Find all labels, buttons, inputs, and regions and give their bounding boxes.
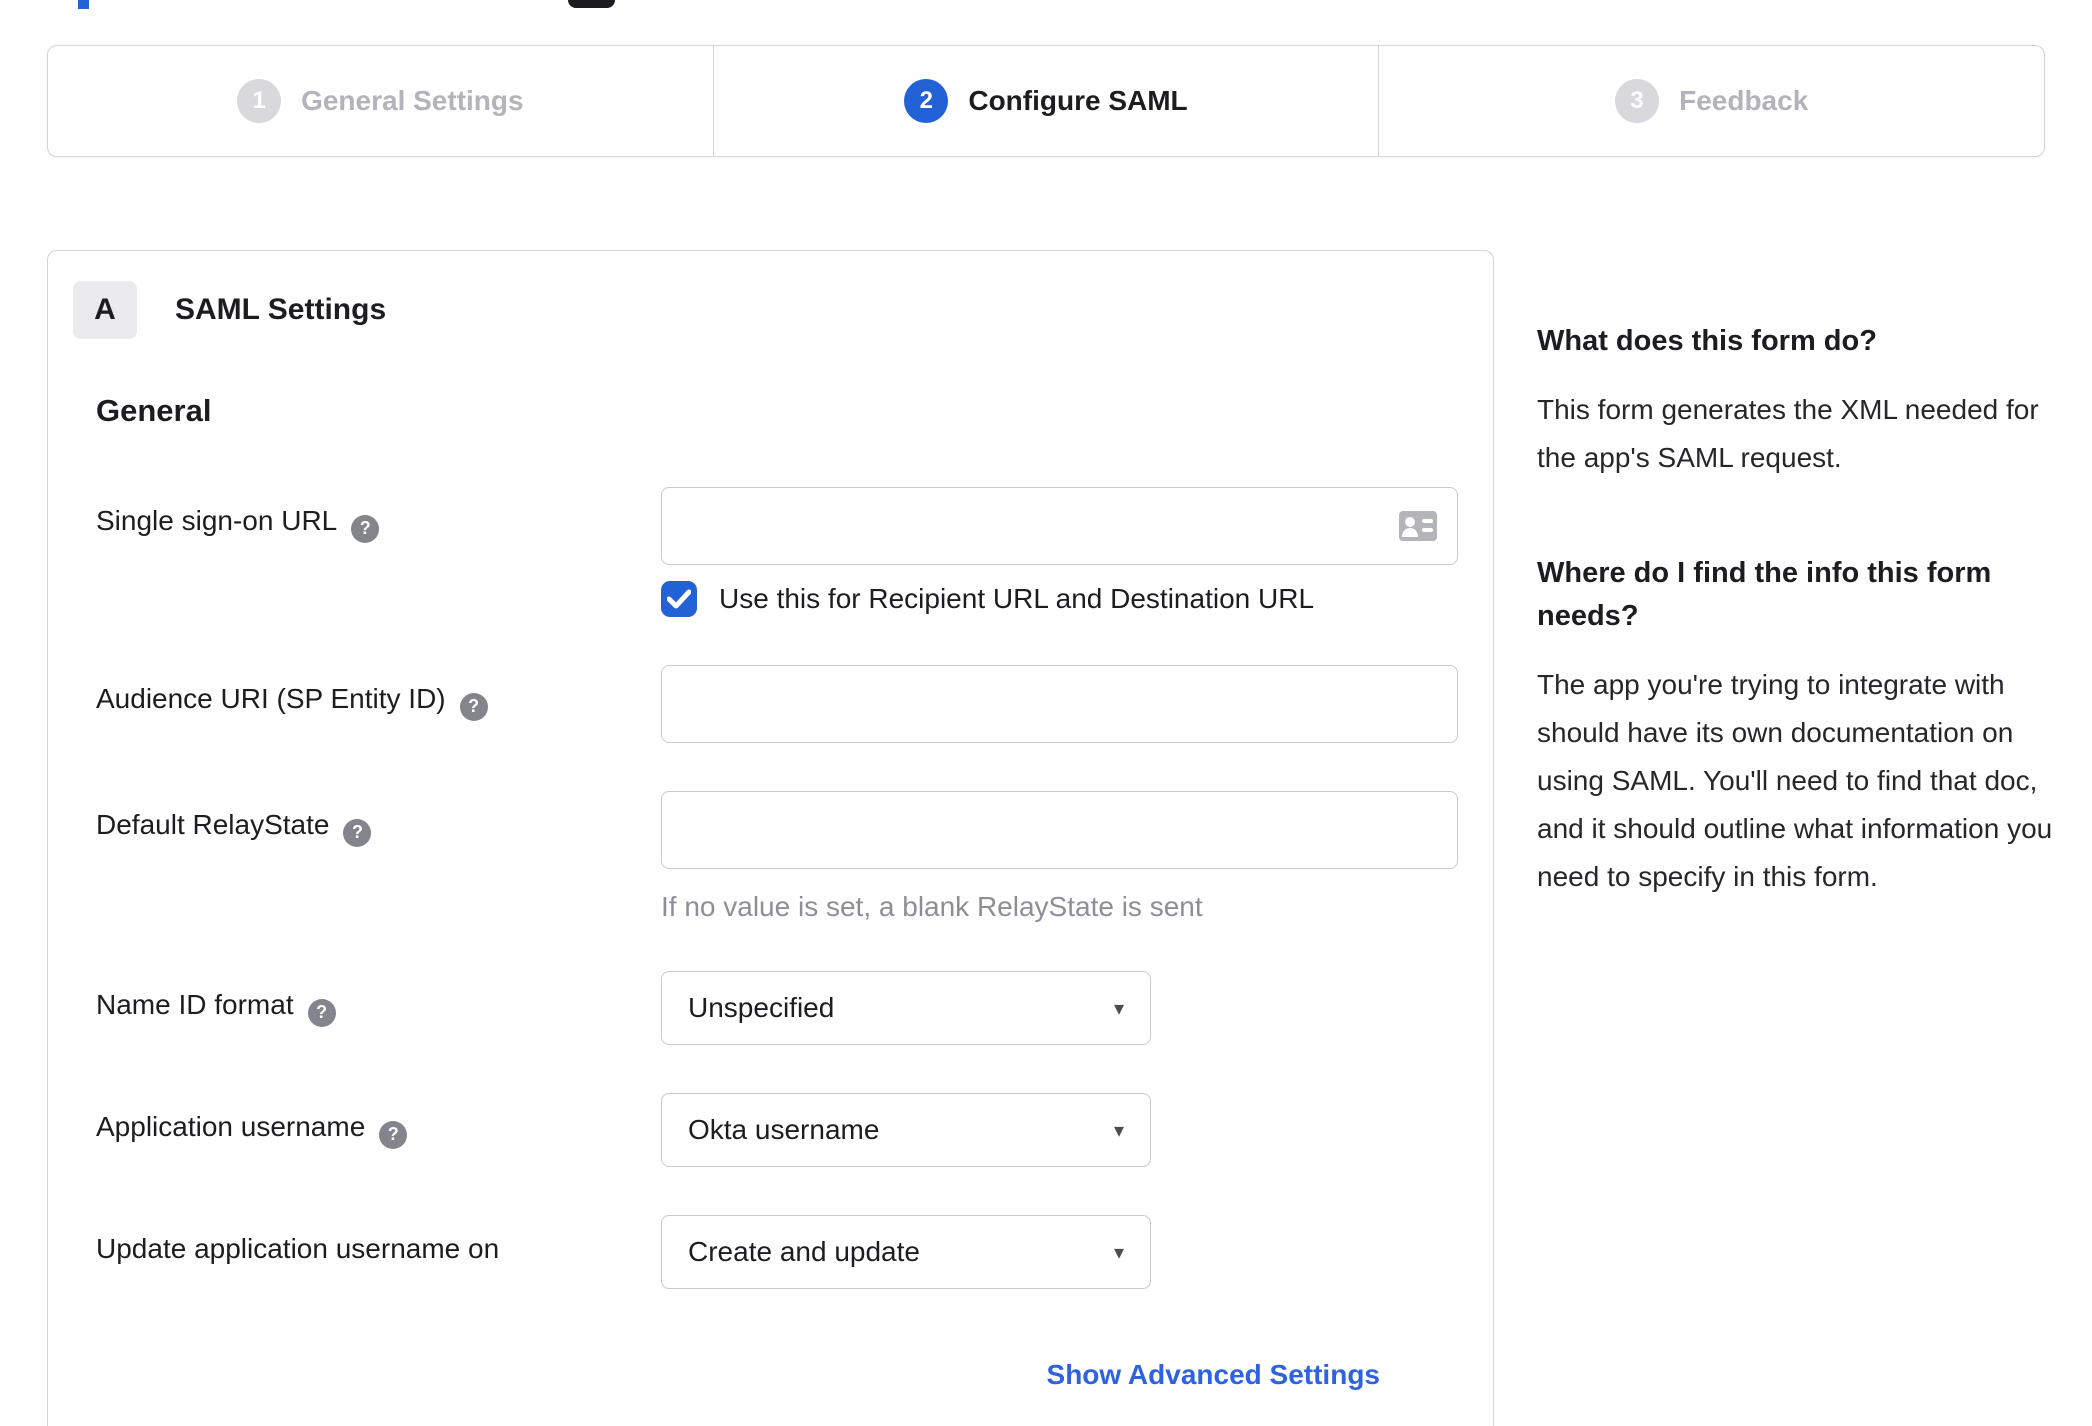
single-sign-on-url-row: Single sign-on URL? Use this for Recipie… [96, 487, 1458, 617]
panel-title: SAML Settings [175, 293, 387, 326]
update-application-username-label: Update application username on [96, 1233, 500, 1264]
single-sign-on-url-input[interactable] [661, 487, 1458, 565]
recipient-url-checkbox-label: Use this for Recipient URL and Destinati… [719, 583, 1315, 614]
name-id-format-value: Unspecified [688, 992, 835, 1023]
chevron-down-icon: ▾ [1113, 997, 1124, 1020]
help-sidebar: What does this form do? This form genera… [1537, 250, 2062, 901]
help-icon[interactable]: ? [459, 692, 488, 721]
step-2-number-badge: 2 [904, 79, 949, 123]
step-2-label: Configure SAML [968, 85, 1188, 116]
show-advanced-settings-link[interactable]: Show Advanced Settings [1047, 1359, 1380, 1390]
step-1-number-badge: 1 [237, 79, 282, 123]
application-username-row: Application username? Okta username ▾ [96, 1093, 1437, 1167]
clipped-header-fragment-blue [78, 0, 89, 9]
step-general-settings[interactable]: 1 General Settings [48, 46, 713, 156]
audience-uri-input[interactable] [661, 665, 1458, 743]
default-relaystate-input[interactable] [661, 791, 1458, 869]
saml-settings-panel: A SAML Settings General Single sign-on U… [47, 250, 1494, 1426]
sidebar-heading-what: What does this form do? [1537, 325, 1877, 357]
application-username-label: Application username? [96, 1093, 661, 1167]
general-section-title: General [96, 393, 212, 428]
step-1-label: General Settings [301, 85, 524, 116]
sidebar-body-what: This form generates the XML needed for t… [1537, 393, 2039, 473]
sidebar-heading-where: Where do I find the info this form needs… [1537, 556, 1992, 633]
step-3-label: Feedback [1679, 85, 1809, 116]
default-relaystate-row: Default RelayState? If no value is set, … [96, 791, 1458, 923]
help-icon[interactable]: ? [351, 514, 380, 543]
update-application-username-value: Create and update [688, 1236, 920, 1267]
chevron-down-icon: ▾ [1113, 1119, 1124, 1142]
configure-saml-page: 1 General Settings 2 Configure SAML 3 Fe… [0, 0, 2092, 1426]
saml-settings-header: A SAML Settings [73, 281, 1437, 339]
check-icon [667, 589, 691, 609]
recipient-url-checkbox-row: Use this for Recipient URL and Destinati… [661, 581, 1458, 617]
application-username-select[interactable]: Okta username ▾ [661, 1093, 1151, 1167]
step-3-number-badge: 3 [1615, 79, 1660, 123]
application-username-value: Okta username [688, 1114, 880, 1145]
relaystate-hint: If no value is set, a blank RelayState i… [661, 891, 1203, 922]
help-icon[interactable]: ? [307, 998, 336, 1027]
update-application-username-row: Update application username on Create an… [96, 1215, 1437, 1289]
audience-uri-row: Audience URI (SP Entity ID)? [96, 665, 1458, 743]
update-application-username-select[interactable]: Create and update ▾ [661, 1215, 1151, 1289]
step-configure-saml[interactable]: 2 Configure SAML [712, 46, 1379, 156]
help-icon[interactable]: ? [379, 1120, 408, 1149]
help-icon[interactable]: ? [343, 818, 372, 847]
single-sign-on-url-label: Single sign-on URL? [96, 487, 661, 617]
sidebar-body-where: The app you're trying to integrate with … [1537, 668, 2053, 892]
wizard-stepper: 1 General Settings 2 Configure SAML 3 Fe… [47, 45, 2045, 157]
name-id-format-select[interactable]: Unspecified ▾ [661, 971, 1151, 1045]
default-relaystate-label: Default RelayState? [96, 791, 661, 923]
clipped-header-fragment-dark [568, 0, 615, 8]
chevron-down-icon: ▾ [1113, 1241, 1124, 1264]
section-a-badge: A [73, 281, 137, 339]
audience-uri-label: Audience URI (SP Entity ID)? [96, 665, 661, 743]
recipient-url-checkbox[interactable] [661, 581, 697, 617]
name-id-format-label: Name ID format? [96, 971, 661, 1045]
name-id-format-row: Name ID format? Unspecified ▾ [96, 971, 1437, 1045]
contact-card-icon[interactable] [1398, 510, 1438, 547]
step-feedback[interactable]: 3 Feedback [1378, 46, 2044, 156]
